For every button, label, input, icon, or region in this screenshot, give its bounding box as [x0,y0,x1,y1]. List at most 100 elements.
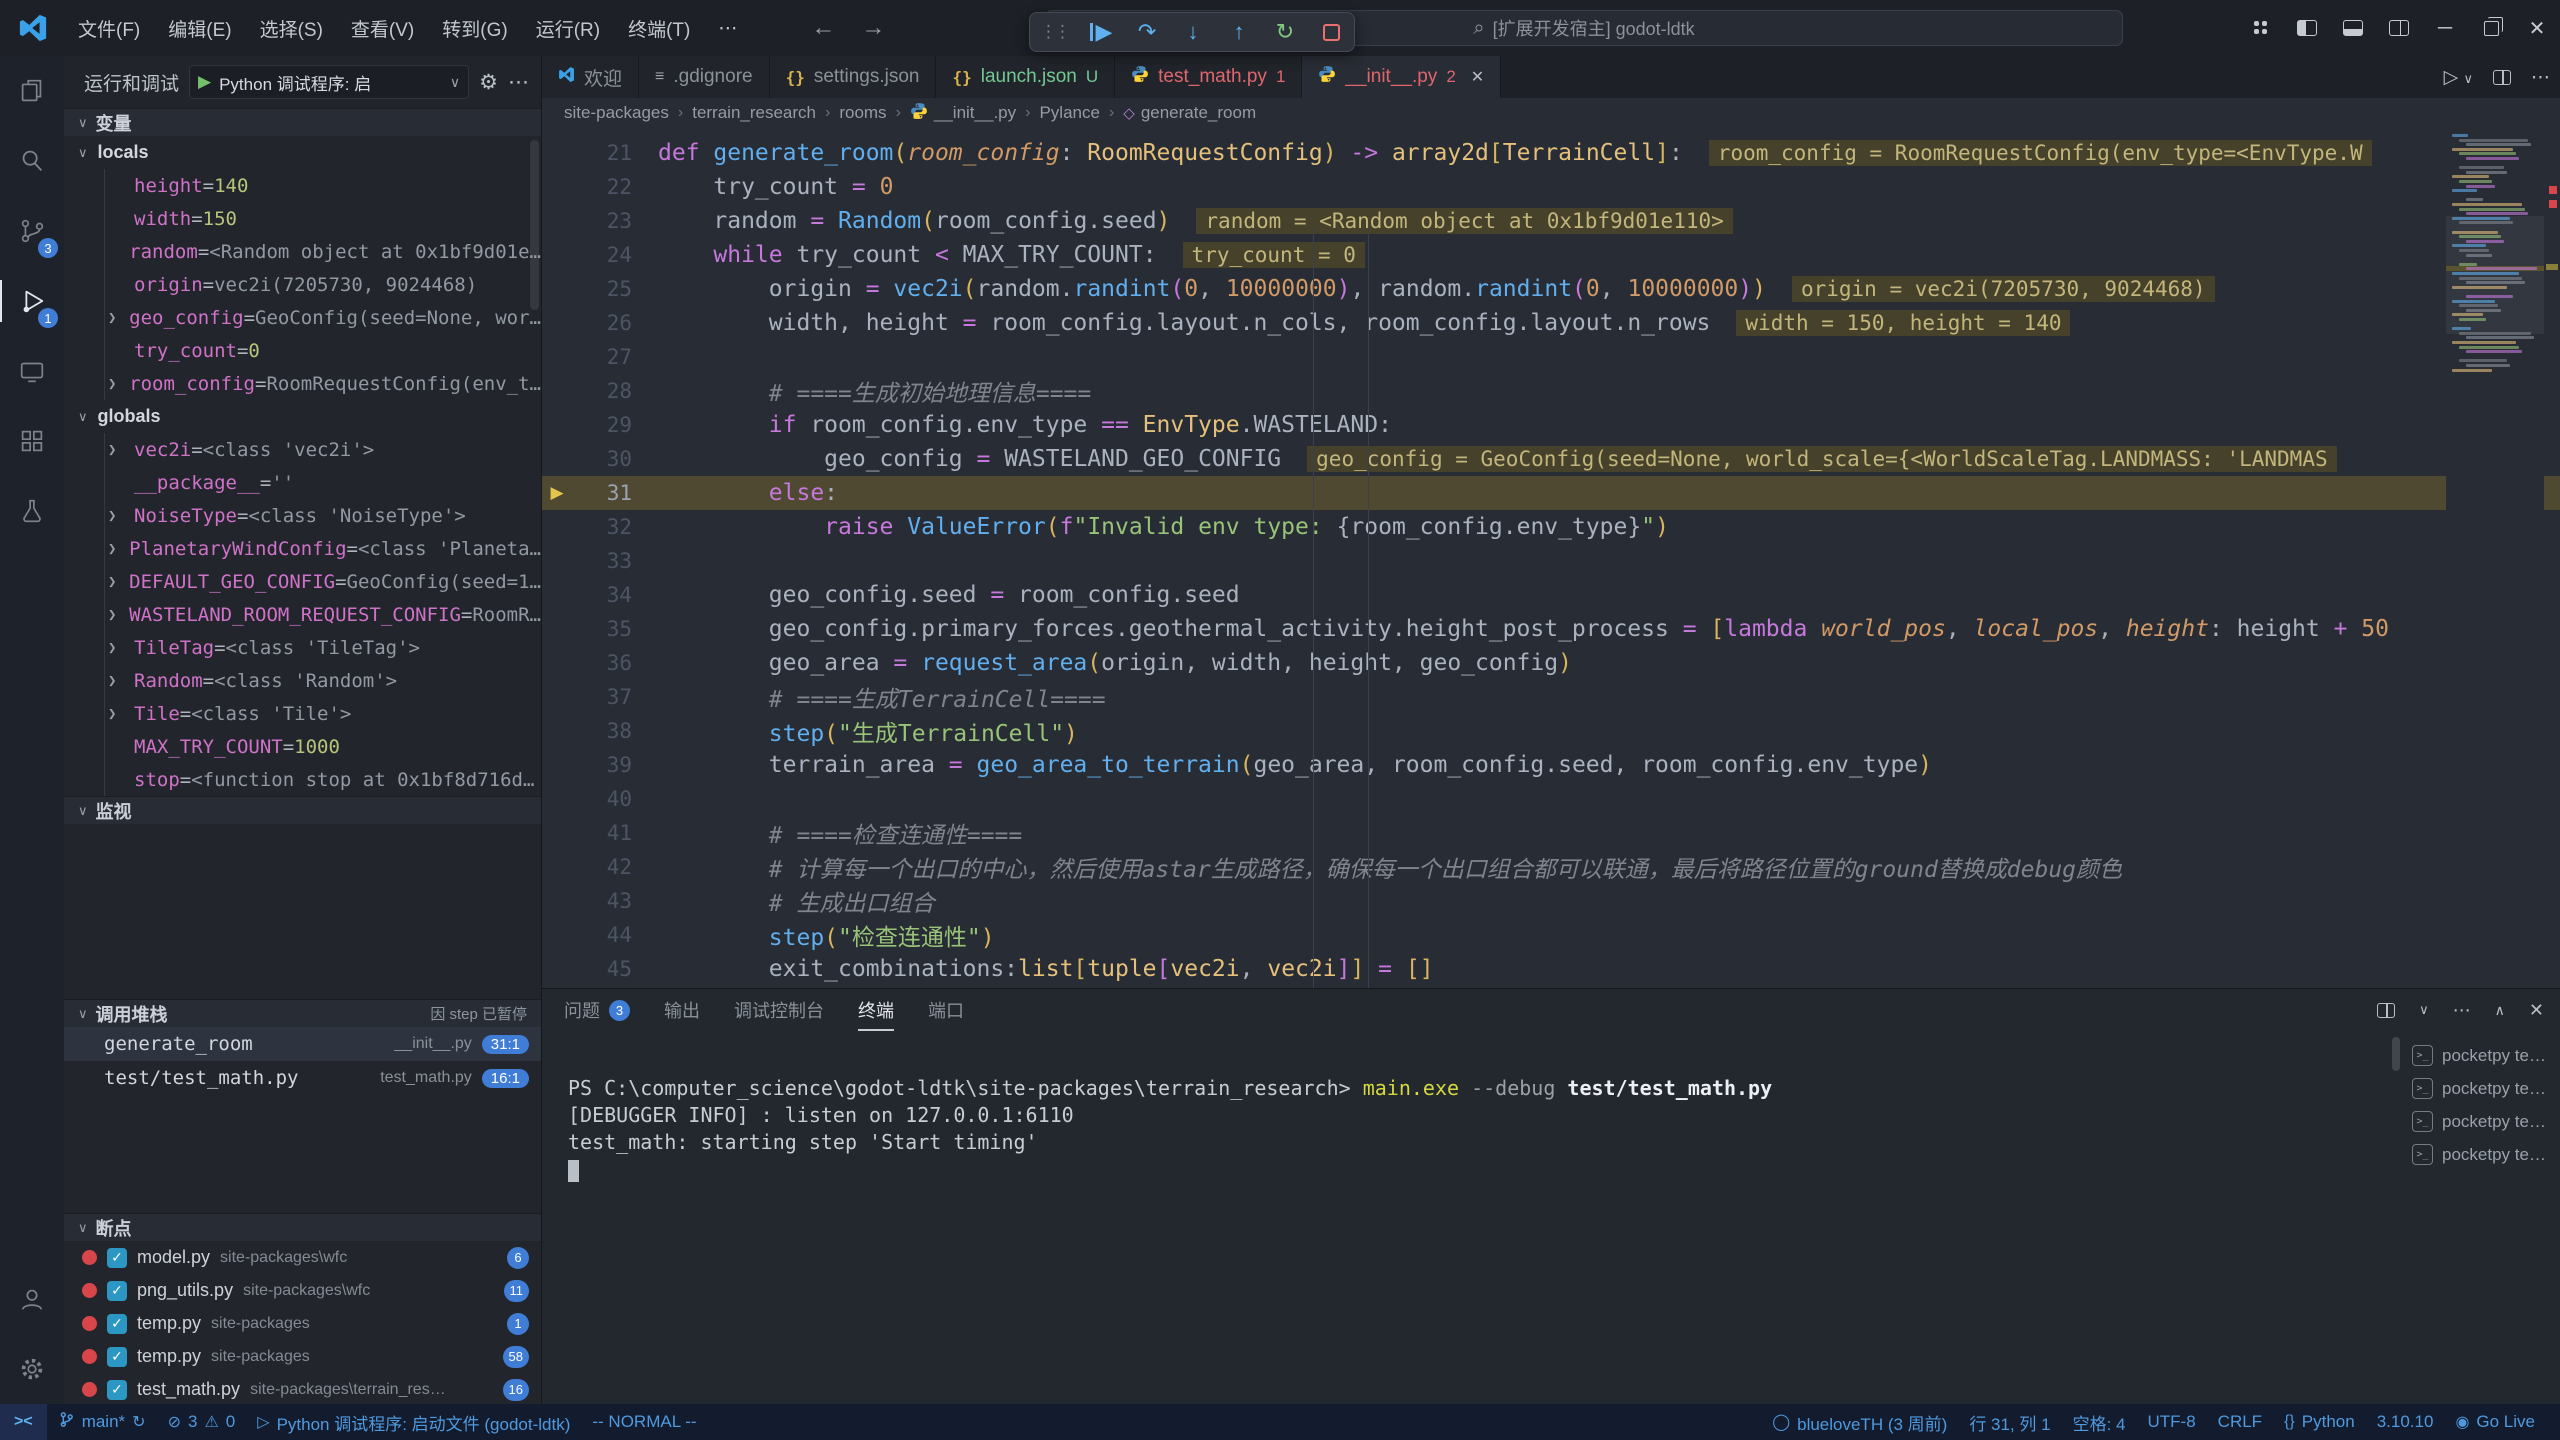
close-panel-icon[interactable]: ✕ [2529,1000,2544,1021]
drag-handle-icon[interactable]: ⋮⋮ [1040,22,1068,42]
menu-item[interactable]: 查看(V) [337,7,428,50]
code-line[interactable]: 25 origin = vec2i(random.randint(0, 1000… [542,272,2560,306]
step-into-button[interactable]: ↓ [1180,21,1206,43]
maximize-panel-icon[interactable]: ∧ [2495,1002,2505,1019]
panel-tab-输出[interactable]: 输出 [664,989,700,1031]
code-editor[interactable]: 2021def generate_room(room_config: RoomR… [542,128,2560,988]
code-line[interactable]: 26 width, height = room_config.layout.n_… [542,306,2560,340]
menu-item[interactable]: 选择(S) [246,7,337,50]
breakpoint-row[interactable]: ✓temp.pysite-packages58 [64,1340,541,1373]
terminal-instance[interactable]: >_pocketpy te… [2402,1039,2560,1072]
breakpoint-checkbox[interactable]: ✓ [107,1281,127,1301]
breakpoints-section-header[interactable]: ∨ 断点 [64,1213,541,1241]
terminal-instance[interactable]: >_pocketpy te… [2402,1138,2560,1171]
status-item-3.10.10[interactable]: 3.10.10 [2366,1404,2445,1440]
code-line[interactable]: 23 random = Random(room_config.seed)rand… [542,204,2560,238]
code-line[interactable]: 24 while try_count < MAX_TRY_COUNT:try_c… [542,238,2560,272]
close-icon[interactable]: ✕ [1471,67,1484,87]
variable-scope-locals[interactable]: ∨locals [64,136,541,169]
sidebar-item-extensions[interactable] [0,406,64,476]
stack-frame[interactable]: generate_room__init__.py31:1 [64,1027,541,1061]
stack-frame[interactable]: test/test_math.pytest_math.py16:1 [64,1061,541,1095]
code-line[interactable]: 34 geo_config.seed = room_config.seed [542,578,2560,612]
minimap-slider[interactable] [2446,216,2544,334]
watch-section-header[interactable]: ∨ 监视 [64,796,541,824]
minimize-button[interactable]: ─ [2422,0,2468,56]
terminal-instance[interactable]: >_pocketpy te… [2402,1072,2560,1105]
restart-button[interactable]: ↻ [1272,21,1298,43]
status-item-blueloveTH[interactable]: ◯blueloveTH (3 周前) [1761,1404,1958,1440]
start-debug-icon[interactable]: ▶ [198,72,211,92]
menu-item[interactable]: 运行(R) [522,7,614,50]
restore-button[interactable] [2468,0,2514,56]
tab-launch.json[interactable]: {}launch.jsonU [936,56,1115,98]
status-item---[interactable]: -- NORMAL -- [581,1404,707,1440]
variable-row[interactable]: height = 140 [64,169,541,202]
variable-row[interactable]: ❯WASTELAND_ROOM_REQUEST_CONFIG = RoomR… [64,598,541,631]
tab-settings.json[interactable]: {}settings.json [770,56,937,98]
menu-item[interactable]: 终端(T) [614,7,704,50]
code-line[interactable]: 44 step("检查连通性") [542,918,2560,952]
customize-layout-icon[interactable] [2238,0,2284,56]
terminal-viewport[interactable]: PS C:\computer_science\godot-ldtk\site-p… [542,1031,2402,1404]
menu-item[interactable]: 编辑(E) [154,7,245,50]
tab-欢迎[interactable]: 欢迎 [542,56,639,98]
code-line[interactable]: 45 exit_combinations:list[tuple[vec2i, v… [542,952,2560,986]
chevron-down-icon[interactable]: ∨ [2419,1002,2429,1018]
panel-tab-调试控制台[interactable]: 调试控制台 [734,989,824,1031]
more-actions-icon[interactable]: ⋯ [2531,66,2550,89]
variable-row[interactable]: stop = <function stop at 0x1bf8d716d… [64,763,541,796]
variable-row[interactable]: ❯geo_config = GeoConfig(seed=None, wor… [64,301,541,334]
launch-config-dropdown[interactable]: ▶ Python 调试程序: 启 ∨ [189,65,469,99]
code-line[interactable]: 33 [542,544,2560,578]
more-actions-icon[interactable]: ⋯ [508,70,529,95]
variable-row[interactable]: ❯vec2i = <class 'vec2i'> [64,433,541,466]
code-line[interactable]: 39 terrain_area = geo_area_to_terrain(ge… [542,748,2560,782]
continue-button[interactable]: ▶ [1088,21,1114,43]
status-item-Python[interactable]: {}Python [2273,1404,2366,1440]
variable-row[interactable]: width = 150 [64,202,541,235]
code-line[interactable]: 42 # 计算每一个出口的中心，然后使用astar生成路径，确保每一个出口组合都… [542,850,2560,884]
variable-row[interactable]: ❯Tile = <class 'Tile'> [64,697,541,730]
run-python-file-button[interactable]: ▷ ∨ [2444,66,2473,89]
callstack-section-header[interactable]: ∨ 调用堆栈 因 step 已暂停 [64,999,541,1027]
sidebar-item-source-control[interactable]: 3 [0,196,64,266]
breakpoint-row[interactable]: ✓model.pysite-packages\wfc6 [64,1241,541,1274]
close-button[interactable]: ✕ [2514,0,2560,56]
breakpoint-row[interactable]: ✓test_math.pysite-packages\terrain_res…1… [64,1373,541,1404]
forward-arrow-icon[interactable]: → [861,14,885,42]
variables-section-header[interactable]: ∨ 变量 [64,108,541,136]
code-line[interactable]: 35 geo_config.primary_forces.geothermal_… [542,612,2560,646]
code-line[interactable]: 22 try_count = 0 [542,170,2560,204]
settings-gear-icon[interactable] [0,1334,64,1404]
code-line[interactable]: 37 # ====生成TerrainCell==== [542,680,2560,714]
variable-row[interactable]: __package__ = '' [64,466,541,499]
code-line[interactable]: 41 # ====检查连通性==== [542,816,2560,850]
code-line[interactable]: 32 raise ValueError(f"Invalid env type: … [542,510,2560,544]
sidebar-item-run-debug[interactable]: 1 [0,266,64,336]
variable-row[interactable]: random = <Random object at 0x1bf9d01e… [64,235,541,268]
code-line[interactable]: 38 step("生成TerrainCell") [542,714,2560,748]
status-item-Python[interactable]: ▷Python 调试程序: 启动文件 (godot-ldtk) [246,1404,581,1440]
breakpoint-checkbox[interactable]: ✓ [107,1380,127,1400]
breakpoint-checkbox[interactable]: ✓ [107,1347,127,1367]
status-item-Go[interactable]: ◉Go Live [2444,1404,2546,1440]
more-actions-icon[interactable]: ⋯ [2453,1000,2471,1021]
breakpoint-checkbox[interactable]: ✓ [107,1248,127,1268]
sidebar-item-testing[interactable] [0,476,64,546]
variable-row[interactable]: ❯PlanetaryWindConfig = <class 'Planeta… [64,532,541,565]
menu-item[interactable]: ⋯ [704,9,751,48]
breakpoint-row[interactable]: ✓temp.pysite-packages1 [64,1307,541,1340]
tab-.gdignore[interactable]: ≡.gdignore [639,56,770,98]
toggle-panel-icon[interactable] [2330,0,2376,56]
panel-tab-端口[interactable]: 端口 [928,989,964,1031]
breadcrumb-item[interactable]: __init__.py [910,102,1016,125]
variable-row[interactable]: ❯DEFAULT_GEO_CONFIG = GeoConfig(seed=1… [64,565,541,598]
sidebar-item-search[interactable] [0,126,64,196]
code-line[interactable]: 30 geo_config = WASTELAND_GEO_CONFIGgeo_… [542,442,2560,476]
status-item-UTF-8[interactable]: UTF-8 [2137,1404,2207,1440]
variable-scope-globals[interactable]: ∨globals [64,400,541,433]
status-item-3[interactable]: ⊘3⚠0 [157,1404,247,1440]
step-over-button[interactable]: ↷ [1134,21,1160,43]
variable-row[interactable]: ❯NoiseType = <class 'NoiseType'> [64,499,541,532]
